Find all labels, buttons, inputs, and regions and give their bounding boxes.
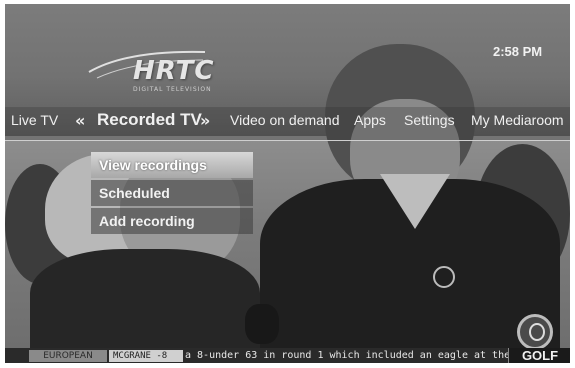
chevron-left-icon[interactable]: « (75, 111, 85, 130)
nav-item-recorded-tv[interactable]: Recorded TV (97, 110, 202, 130)
menu-item-add-recording[interactable]: Add recording (91, 208, 253, 234)
tv-screen: HRTC DIGITAL TELEVISION 2:58 PM Live TV … (5, 4, 570, 363)
brand-logo-subtitle: DIGITAL TELEVISION (133, 86, 212, 93)
ticker-category: EUROPEAN (29, 350, 107, 362)
ticker-brand: GOLF (508, 348, 570, 363)
clock: 2:58 PM (493, 44, 543, 59)
ticker-player-score: MCGRANE -8 (109, 350, 183, 362)
nav-item-video-on-demand[interactable]: Video on demand (230, 112, 340, 128)
nav-item-live-tv[interactable]: Live TV (11, 112, 58, 128)
nav-item-settings[interactable]: Settings (404, 112, 455, 128)
chevron-right-icon[interactable]: » (200, 111, 210, 130)
hand (245, 304, 279, 344)
nav-divider (5, 140, 570, 141)
menu-item-scheduled[interactable]: Scheduled (91, 180, 253, 206)
recorded-tv-submenu: View recordings Scheduled Add recording (91, 152, 253, 236)
sweater-logo (433, 266, 455, 288)
ticker-text: a 8-under 63 in round 1 which included a… (185, 350, 541, 361)
menu-item-view-recordings[interactable]: View recordings (91, 152, 253, 178)
nav-item-my-mediaroom[interactable]: My Mediaroom (471, 112, 564, 128)
person-body (30, 249, 260, 359)
golf-channel-logo-icon (517, 314, 553, 350)
nav-item-apps[interactable]: Apps (354, 112, 386, 128)
brand-logo: HRTC (133, 56, 215, 86)
